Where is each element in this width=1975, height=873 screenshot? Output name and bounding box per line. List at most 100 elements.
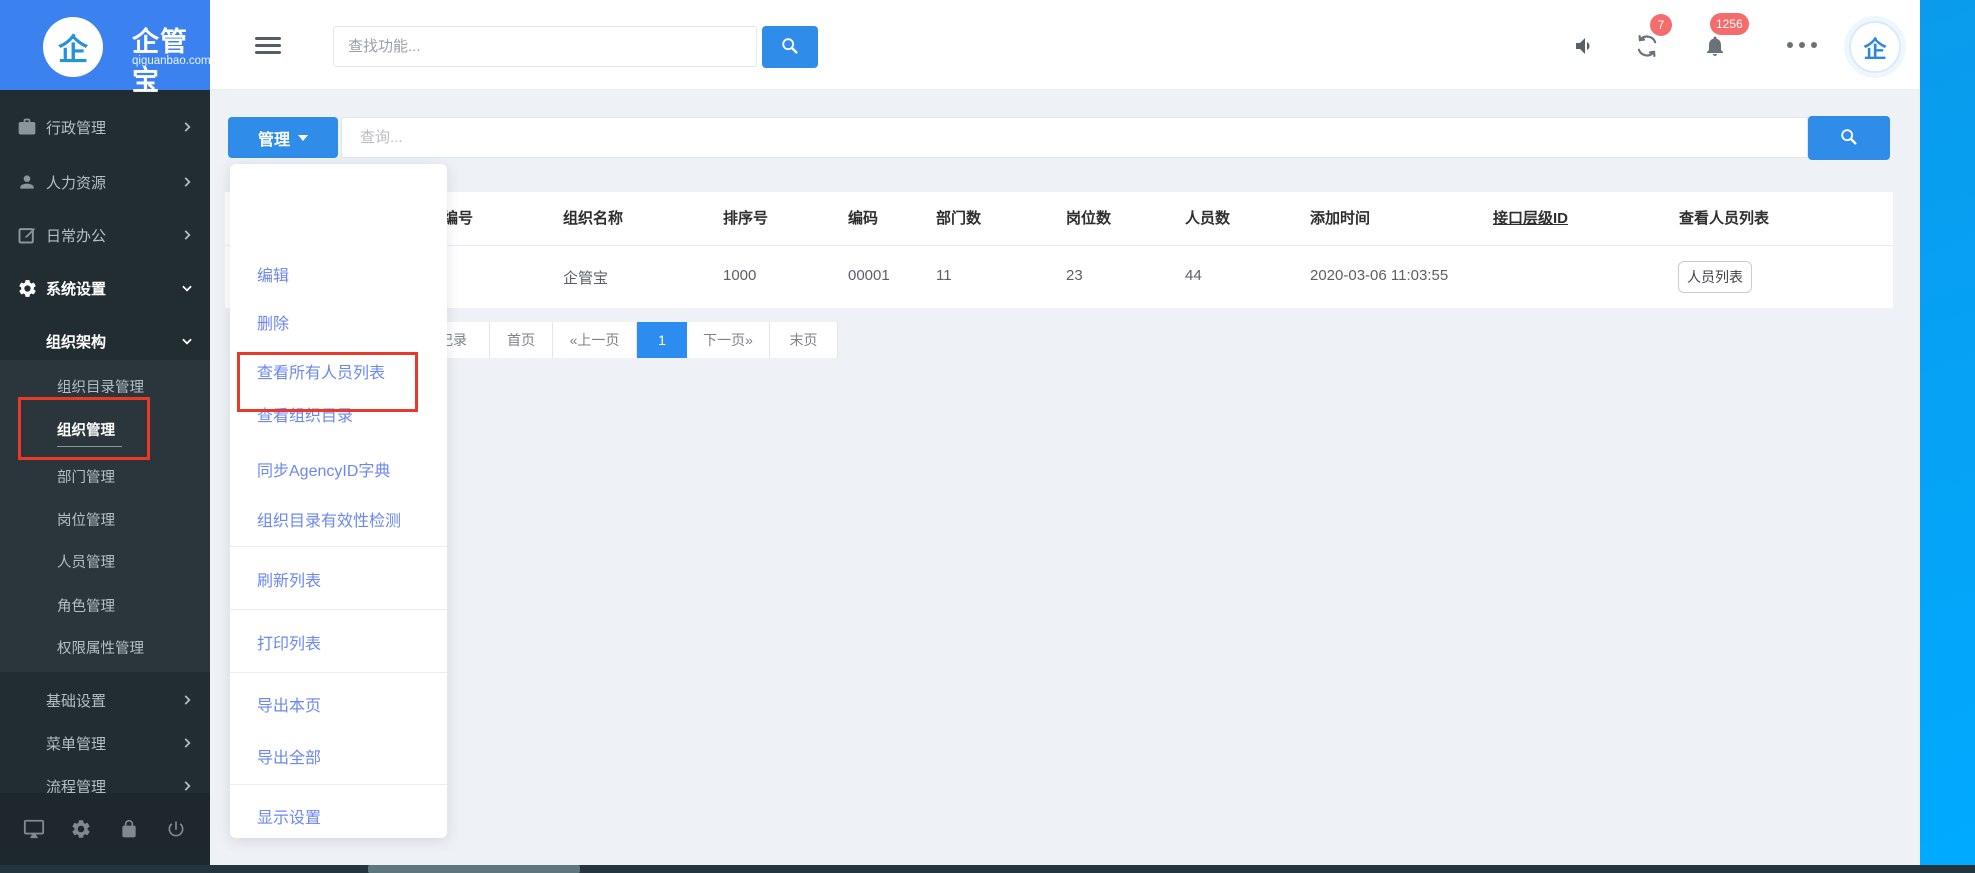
- menu-item-export-all[interactable]: 导出全部: [257, 744, 321, 768]
- sidebar-item-dept-mgmt[interactable]: 部门管理: [0, 455, 210, 498]
- chevron-right-icon: [180, 693, 194, 707]
- menu-item-display-settings[interactable]: 显示设置: [257, 804, 321, 828]
- top-header: 7 1256 企: [210, 0, 1920, 90]
- chevron-right-icon: [180, 228, 194, 242]
- lock-icon[interactable]: [117, 817, 141, 841]
- right-edge-strip: [1920, 0, 1975, 865]
- avatar-glyph: 企: [1864, 30, 1887, 64]
- monitor-icon[interactable]: [22, 817, 46, 841]
- column-header-interface-level-id[interactable]: 接口层级ID: [1493, 207, 1568, 228]
- menu-divider: [230, 784, 447, 785]
- pagination-first-page[interactable]: 首页: [490, 322, 553, 358]
- chevron-down-icon: [180, 334, 194, 348]
- sidebar-item-label: 角色管理: [57, 595, 115, 616]
- pagination-page-1[interactable]: 1: [637, 322, 687, 358]
- column-header-post-count[interactable]: 岗位数: [1066, 207, 1111, 228]
- sidebar-item-label: 部门管理: [57, 466, 115, 487]
- sidebar-control-bar: [0, 793, 210, 865]
- column-header-number[interactable]: 编号: [443, 207, 473, 228]
- menu-item-refresh-list[interactable]: 刷新列表: [257, 567, 321, 591]
- menu-item-view-org-directory[interactable]: 查看组织目录: [257, 402, 353, 426]
- column-header-sort[interactable]: 排序号: [723, 207, 768, 228]
- manage-dropdown-menu: 编辑 删除 查看所有人员列表 查看组织目录 同步AgencyID字典 组织目录有…: [230, 164, 447, 838]
- gear-icon[interactable]: [69, 817, 93, 841]
- column-header-org-name[interactable]: 组织名称: [563, 207, 623, 228]
- query-input[interactable]: [341, 117, 1808, 158]
- chevron-right-icon: [180, 736, 194, 750]
- cell-code: 00001: [848, 267, 890, 284]
- sidebar-item-org-mgmt[interactable]: 组织管理: [0, 408, 210, 451]
- menu-item-sync-agencyid-dict[interactable]: 同步AgencyID字典: [257, 457, 390, 481]
- app-window: 企 企管宝 qiguanbao.com 行政管理 人力资源 日常办公: [0, 0, 1975, 873]
- cell-dept-count: 11: [936, 267, 952, 284]
- scrollbar-thumb[interactable]: [368, 865, 580, 873]
- sidebar-item-hr[interactable]: 人力资源: [0, 160, 210, 204]
- cell-post-count: 23: [1066, 267, 1083, 284]
- logo-icon: 企: [43, 17, 103, 77]
- sidebar-item-basic-settings[interactable]: 基础设置: [0, 678, 210, 722]
- sidebar-item-permission-mgmt[interactable]: 权限属性管理: [0, 626, 210, 669]
- chevron-right-icon: [180, 779, 194, 793]
- menu-item-org-directory-validity-check[interactable]: 组织目录有效性检测: [257, 507, 401, 531]
- column-header-added-time[interactable]: 添加时间: [1310, 207, 1370, 228]
- sidebar: 企 企管宝 qiguanbao.com 行政管理 人力资源 日常办公: [0, 0, 210, 873]
- sidebar-item-menu-mgmt[interactable]: 菜单管理: [0, 721, 210, 765]
- column-header-view-people-list[interactable]: 查看人员列表: [1679, 207, 1769, 228]
- manage-button-label: 管理: [258, 126, 290, 150]
- sidebar-item-org-directory-mgmt[interactable]: 组织目录管理: [0, 365, 210, 408]
- function-search-button[interactable]: [762, 26, 818, 68]
- horizontal-scrollbar[interactable]: [0, 865, 1975, 873]
- pagination-next-page[interactable]: 下一页»: [687, 322, 770, 358]
- refresh-icon[interactable]: [1634, 33, 1660, 59]
- column-header-dept-count[interactable]: 部门数: [936, 207, 981, 228]
- power-icon[interactable]: [164, 817, 188, 841]
- hamburger-menu-icon[interactable]: [255, 37, 281, 55]
- sidebar-item-label: 日常办公: [46, 225, 106, 246]
- bell-icon[interactable]: [1702, 33, 1728, 59]
- menu-item-edit[interactable]: 编辑: [257, 262, 289, 286]
- sidebar-item-label: 岗位管理: [57, 509, 115, 530]
- sidebar-item-post-mgmt[interactable]: 岗位管理: [0, 498, 210, 541]
- org-table-panel: [225, 192, 1893, 308]
- column-header-people-count[interactable]: 人员数: [1185, 207, 1230, 228]
- pagination-prev-page[interactable]: «上一页: [553, 322, 637, 358]
- sidebar-item-label: 菜单管理: [46, 733, 106, 754]
- table-header-divider: [225, 245, 1893, 246]
- active-item-underline: [57, 446, 122, 447]
- cell-people-count: 44: [1185, 267, 1202, 284]
- refresh-badge: 7: [1650, 14, 1672, 36]
- person-icon: [16, 171, 38, 193]
- query-search-button[interactable]: [1808, 116, 1890, 160]
- cell-org-name: 企管宝: [563, 267, 608, 288]
- sidebar-item-role-mgmt[interactable]: 角色管理: [0, 584, 210, 627]
- menu-item-delete[interactable]: 删除: [257, 310, 289, 334]
- menu-item-export-page[interactable]: 导出本页: [257, 692, 321, 716]
- sidebar-item-label: 人员管理: [57, 551, 115, 572]
- column-header-code[interactable]: 编码: [848, 207, 878, 228]
- sidebar-item-org-structure[interactable]: 组织架构: [0, 319, 210, 363]
- sidebar-item-label: 组织架构: [46, 331, 106, 352]
- menu-item-print-list[interactable]: 打印列表: [257, 630, 321, 654]
- search-icon: [1839, 127, 1859, 150]
- menu-divider: [230, 609, 447, 610]
- chevron-down-icon: [180, 281, 194, 295]
- sidebar-item-daily-office[interactable]: 日常办公: [0, 213, 210, 257]
- menu-divider: [230, 848, 447, 849]
- menu-item-view-all-people[interactable]: 查看所有人员列表: [257, 359, 385, 383]
- logo[interactable]: 企 企管宝 qiguanbao.com: [0, 0, 210, 90]
- speaker-icon[interactable]: [1572, 33, 1598, 59]
- caret-down-icon: [298, 135, 308, 141]
- avatar[interactable]: 企: [1849, 21, 1901, 73]
- function-search-input[interactable]: [333, 26, 757, 67]
- sidebar-item-people-mgmt[interactable]: 人员管理: [0, 540, 210, 583]
- menu-divider: [230, 672, 447, 673]
- manage-dropdown-button[interactable]: 管理: [228, 117, 338, 158]
- people-list-button[interactable]: 人员列表: [1678, 261, 1752, 293]
- sidebar-item-system-settings[interactable]: 系统设置: [0, 266, 210, 310]
- chevron-right-icon: [180, 175, 194, 189]
- sidebar-item-label: 系统设置: [46, 278, 106, 299]
- sidebar-item-label: 基础设置: [46, 690, 106, 711]
- pagination-last-page[interactable]: 末页: [770, 322, 838, 358]
- sidebar-item-administration[interactable]: 行政管理: [0, 105, 210, 149]
- more-options-icon[interactable]: [1787, 42, 1817, 48]
